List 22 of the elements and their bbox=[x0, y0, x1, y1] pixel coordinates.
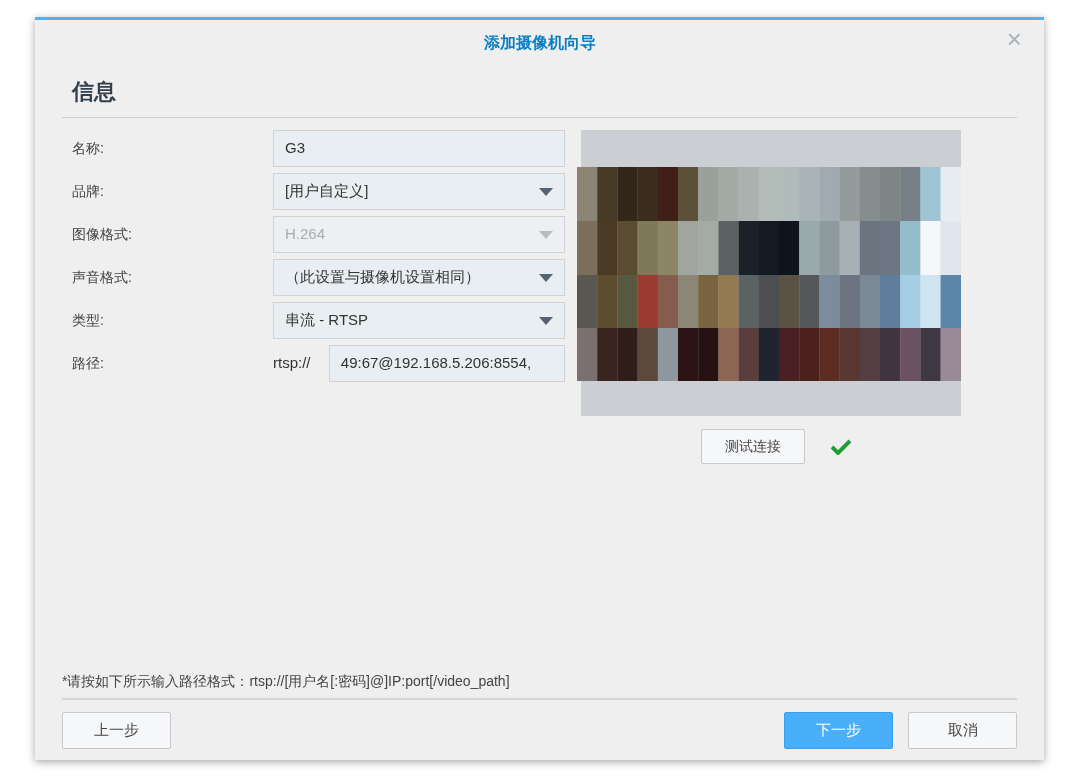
dropdown-caret-icon bbox=[539, 230, 553, 239]
path-prefix: rtsp:// bbox=[273, 353, 312, 374]
field-label: 类型: bbox=[72, 311, 105, 330]
test-connection-button[interactable]: 测试连接 bbox=[701, 429, 805, 464]
dropdown-caret-icon bbox=[539, 273, 553, 282]
hint-text: *请按如下所示输入路径格式：rtsp://[用户名[:密码]@]IP:port[/video_path] bbox=[62, 672, 511, 691]
dropdown-caret-icon bbox=[539, 316, 553, 325]
field-label: 声音格式: bbox=[72, 268, 133, 287]
text-field[interactable]: G3 bbox=[273, 130, 565, 167]
path-field[interactable]: 49:67@192.168.5.206:8554, bbox=[328, 345, 565, 382]
field-label: 图像格式: bbox=[72, 225, 133, 244]
dropdown[interactable]: [用户自定义] bbox=[273, 173, 565, 210]
wizard-button[interactable]: 取消 bbox=[908, 711, 1017, 749]
window-title: 添加摄像机向导 bbox=[483, 32, 596, 53]
dropdown-caret-icon bbox=[539, 187, 553, 196]
dropdown[interactable]: （此设置与摄像机设置相同） bbox=[273, 259, 565, 296]
field-label: 名称: bbox=[72, 139, 105, 158]
field-label: 路径: bbox=[72, 354, 105, 373]
field-label: 品牌: bbox=[72, 182, 105, 201]
dropdown[interactable]: 串流 - RTSP bbox=[273, 302, 565, 339]
section-title: 信息 bbox=[70, 77, 117, 106]
wizard-button[interactable]: 上一步 bbox=[62, 711, 171, 749]
